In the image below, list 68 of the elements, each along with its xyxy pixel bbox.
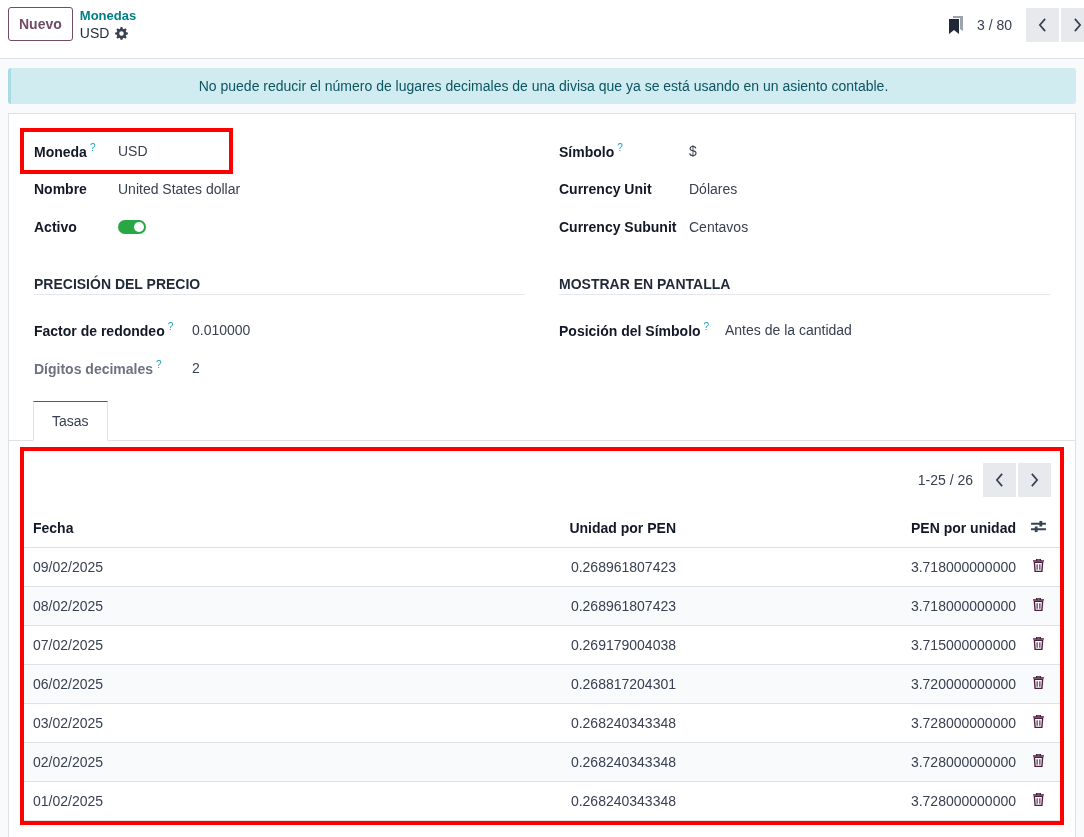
- trash-icon[interactable]: [1032, 598, 1044, 611]
- table-cell: 0.268240343348: [546, 703, 676, 743]
- table-cell: 3.715000000000: [676, 625, 1016, 665]
- settings-icon[interactable]: [115, 26, 129, 40]
- next-button[interactable]: [1018, 463, 1051, 497]
- table-cell: 3.718000000000: [676, 547, 1016, 587]
- table-cell: 08/02/2025: [24, 586, 546, 626]
- field-label: Posición del Símbolo $^{?}$: [559, 321, 711, 339]
- trash-icon[interactable]: [1032, 676, 1044, 689]
- field-value: 2: [192, 360, 200, 376]
- table-cell: 0.269179004038: [546, 625, 676, 665]
- trash-icon[interactable]: [1032, 754, 1044, 767]
- table-cell: 3.728000000000: [676, 742, 1016, 782]
- chevron-right-icon: [1030, 473, 1039, 487]
- chevron-right-icon: [1073, 18, 1082, 32]
- table-cell: 3.720000000000: [676, 664, 1016, 704]
- field-label: Dígitos decimales $^{?}$: [34, 359, 163, 377]
- breadcrumb-link[interactable]: Monedas: [79, 7, 137, 25]
- list-pager: 1-25 / 26: [917, 472, 973, 488]
- table-cell: 3.728000000000: [676, 703, 1016, 743]
- chevron-left-icon: [995, 473, 1004, 487]
- table-cell: 06/02/2025: [24, 664, 546, 704]
- column-header[interactable]: Fecha: [24, 509, 546, 548]
- field-label: Nombre: [34, 181, 88, 197]
- field-label: Moneda $^{?}$: [34, 142, 97, 160]
- toggle-switch[interactable]: [118, 220, 146, 234]
- column-settings-icon[interactable]: [1030, 520, 1046, 533]
- field-value: Antes de la cantidad: [725, 322, 852, 338]
- table-cell: 0.268961807423: [546, 547, 676, 587]
- table-cell: 3.728000000000: [676, 781, 1016, 821]
- column-header[interactable]: Unidad por PEN: [546, 509, 676, 548]
- field-label: Símbolo $^{?}$: [559, 142, 624, 160]
- table-cell: 0.268240343348: [546, 781, 676, 821]
- previous-button[interactable]: [983, 463, 1016, 497]
- table-cell: 03/02/2025: [24, 703, 546, 743]
- trash-icon[interactable]: [1032, 793, 1044, 806]
- tab[interactable]: Tasas: [33, 401, 108, 441]
- trash-icon[interactable]: [1032, 715, 1044, 728]
- bookmarks-icon[interactable]: [948, 16, 963, 34]
- field-value: $: [689, 143, 697, 159]
- field-label: Currency Subunit: [559, 219, 678, 235]
- table-cell: 09/02/2025: [24, 547, 546, 587]
- field-label: Activo: [34, 219, 78, 235]
- field-value: Centavos: [689, 219, 749, 235]
- chevron-left-icon: [1038, 18, 1047, 32]
- trash-icon[interactable]: [1032, 637, 1044, 650]
- table-cell: 0.268817204301: [546, 664, 676, 704]
- record-pager: 3 / 80: [976, 17, 1012, 33]
- field-label: Factor de redondeo $^{?}$: [34, 321, 175, 339]
- new-button[interactable]: Nuevo: [8, 7, 73, 41]
- field-value: 0.010000: [192, 322, 251, 338]
- field-value: USD: [118, 143, 148, 159]
- section-heading: MOSTRAR EN PANTALLA: [559, 276, 1050, 295]
- field-label: Currency Unit: [559, 181, 653, 197]
- table-cell: 0.268240343348: [546, 742, 676, 782]
- column-header[interactable]: PEN por unidad: [676, 509, 1016, 548]
- table-cell: 3.718000000000: [676, 586, 1016, 626]
- table-cell: 0.268961807423: [546, 586, 676, 626]
- previous-button[interactable]: [1026, 8, 1059, 42]
- trash-icon[interactable]: [1032, 559, 1044, 572]
- table-cell: 02/02/2025: [24, 742, 546, 782]
- record-title: USD: [79, 25, 110, 41]
- table-cell: 01/02/2025: [24, 781, 546, 821]
- section-heading: PRECISIÓN DEL PRECIO: [34, 276, 525, 295]
- table-cell: 07/02/2025: [24, 625, 546, 665]
- field-value: Dólares: [689, 181, 738, 197]
- field-value: United States dollar: [118, 181, 241, 197]
- info-alert: No puede reducir el número de lugares decimales de una divisa que ya se está usando en un asiento contable.: [8, 68, 1076, 104]
